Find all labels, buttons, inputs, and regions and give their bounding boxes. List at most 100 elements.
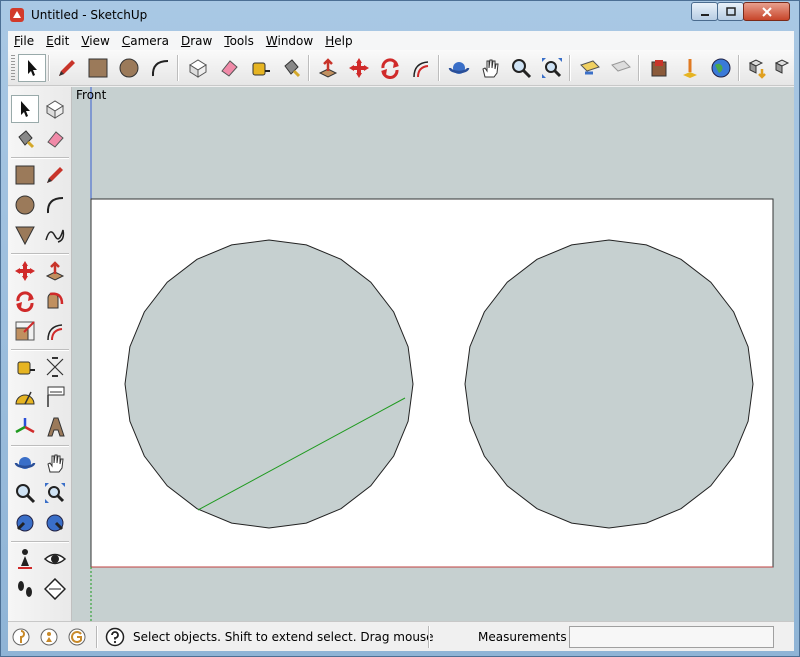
- eraser-tool-button[interactable]: [41, 125, 69, 153]
- circle-face-left[interactable]: [124, 239, 414, 529]
- zoom-extents-icon: [45, 483, 65, 503]
- previous-view-button[interactable]: [576, 54, 604, 82]
- toolbar-grip[interactable]: [11, 55, 15, 81]
- polygon-tool-button[interactable]: [11, 221, 39, 249]
- sketchup-window: Untitled - SketchUp File Edit View Camer…: [0, 0, 800, 657]
- menu-camera[interactable]: Camera: [116, 34, 175, 48]
- hand-icon: [482, 59, 499, 78]
- menu-file[interactable]: File: [8, 34, 40, 48]
- menu-edit[interactable]: Edit: [40, 34, 75, 48]
- menu-help[interactable]: Help: [319, 34, 358, 48]
- sign-in-icon[interactable]: [67, 627, 87, 647]
- maximize-icon: [725, 6, 736, 16]
- circle-face-right[interactable]: [464, 239, 754, 529]
- text-label-icon: [47, 386, 65, 407]
- tape-measure-button[interactable]: [11, 353, 39, 381]
- freehand-icon: [45, 229, 65, 243]
- title-bar[interactable]: Untitled - SketchUp: [1, 1, 799, 30]
- line-tool-button[interactable]: [41, 161, 69, 189]
- next-camera-icon: [46, 514, 64, 532]
- toolbar-separator: [438, 55, 440, 81]
- menu-tools[interactable]: Tools: [218, 34, 260, 48]
- offset-tool-button[interactable]: [407, 54, 435, 82]
- zoom-tool-button[interactable]: [507, 54, 535, 82]
- pan-tool-button[interactable]: [476, 54, 504, 82]
- offset-tool-button[interactable]: [41, 317, 69, 345]
- select-tool-button[interactable]: [11, 95, 39, 123]
- arc-tool-button[interactable]: [146, 54, 174, 82]
- make-component-button[interactable]: [184, 54, 212, 82]
- protractor-button[interactable]: [11, 383, 39, 411]
- text-tool-button[interactable]: [41, 383, 69, 411]
- toolbar-separator: [569, 55, 571, 81]
- move-icon: [349, 58, 369, 78]
- person-icon: [18, 549, 32, 569]
- previous-camera-button[interactable]: [11, 509, 39, 537]
- move-tool-button[interactable]: [345, 54, 373, 82]
- components-button[interactable]: [744, 54, 772, 82]
- share-model-button[interactable]: [676, 54, 704, 82]
- components-icon: [748, 59, 766, 79]
- paint-bucket-button[interactable]: [11, 125, 39, 153]
- help-icon[interactable]: [105, 627, 125, 647]
- menu-draw[interactable]: Draw: [175, 34, 218, 48]
- zoom-extents-button[interactable]: [41, 479, 69, 507]
- make-component-button[interactable]: [41, 95, 69, 123]
- geo-location-icon[interactable]: [11, 627, 31, 647]
- dimension-tool-button[interactable]: [41, 353, 69, 381]
- circle-icon: [15, 195, 35, 215]
- freehand-tool-button[interactable]: [41, 221, 69, 249]
- tape-measure-button[interactable]: [246, 54, 274, 82]
- measurements-label: Measurements: [478, 630, 567, 644]
- toolbar-separator: [11, 445, 69, 447]
- menu-window[interactable]: Window: [260, 34, 319, 48]
- circle-tool-button[interactable]: [11, 191, 39, 219]
- next-camera-button[interactable]: [41, 509, 69, 537]
- zoom-extents-button[interactable]: [538, 54, 566, 82]
- google-earth-button[interactable]: [707, 54, 735, 82]
- rotate-tool-button[interactable]: [11, 287, 39, 315]
- rectangle-tool-button[interactable]: [11, 161, 39, 189]
- line-tool-button[interactable]: [53, 54, 81, 82]
- scale-tool-button[interactable]: [11, 317, 39, 345]
- section-plane-button[interactable]: [41, 575, 69, 603]
- credits-icon[interactable]: [39, 627, 59, 647]
- orbit-tool-button[interactable]: [11, 449, 39, 477]
- get-models-button[interactable]: [645, 54, 673, 82]
- look-around-button[interactable]: [41, 545, 69, 573]
- orbit-tool-button[interactable]: [445, 54, 473, 82]
- axes-tool-button[interactable]: [11, 413, 39, 441]
- pan-tool-button[interactable]: [41, 449, 69, 477]
- measurements-input[interactable]: [569, 626, 774, 648]
- toolbar-more-button[interactable]: [770, 54, 798, 82]
- walk-tool-button[interactable]: [11, 575, 39, 603]
- arc-tool-button[interactable]: [41, 191, 69, 219]
- polygon-icon: [15, 226, 35, 246]
- 3d-text-button[interactable]: [41, 413, 69, 441]
- minimize-button[interactable]: [691, 2, 718, 21]
- push-pull-icon: [318, 58, 338, 78]
- paint-bucket-icon: [18, 130, 35, 149]
- maximize-button[interactable]: [717, 2, 744, 21]
- follow-me-button[interactable]: [41, 287, 69, 315]
- zoom-tool-button[interactable]: [11, 479, 39, 507]
- close-button[interactable]: [743, 2, 790, 21]
- paint-bucket-button[interactable]: [277, 54, 305, 82]
- move-tool-button[interactable]: [11, 257, 39, 285]
- previous-camera-icon: [16, 514, 34, 532]
- magnifier-icon: [512, 59, 532, 79]
- position-camera-button[interactable]: [11, 545, 39, 573]
- circle-tool-button[interactable]: [115, 54, 143, 82]
- drawing-viewport[interactable]: Front: [72, 87, 794, 621]
- menu-view[interactable]: View: [75, 34, 115, 48]
- rotate-tool-button[interactable]: [376, 54, 404, 82]
- rotate-icon: [16, 291, 34, 312]
- push-pull-button[interactable]: [41, 257, 69, 285]
- status-help-text: Select objects. Shift to extend select. …: [133, 630, 434, 644]
- next-view-button[interactable]: [607, 54, 635, 82]
- eraser-tool-button[interactable]: [215, 54, 243, 82]
- push-pull-button[interactable]: [314, 54, 342, 82]
- model-canvas[interactable]: [72, 87, 794, 621]
- rectangle-tool-button[interactable]: [84, 54, 112, 82]
- select-tool-button[interactable]: [18, 54, 46, 82]
